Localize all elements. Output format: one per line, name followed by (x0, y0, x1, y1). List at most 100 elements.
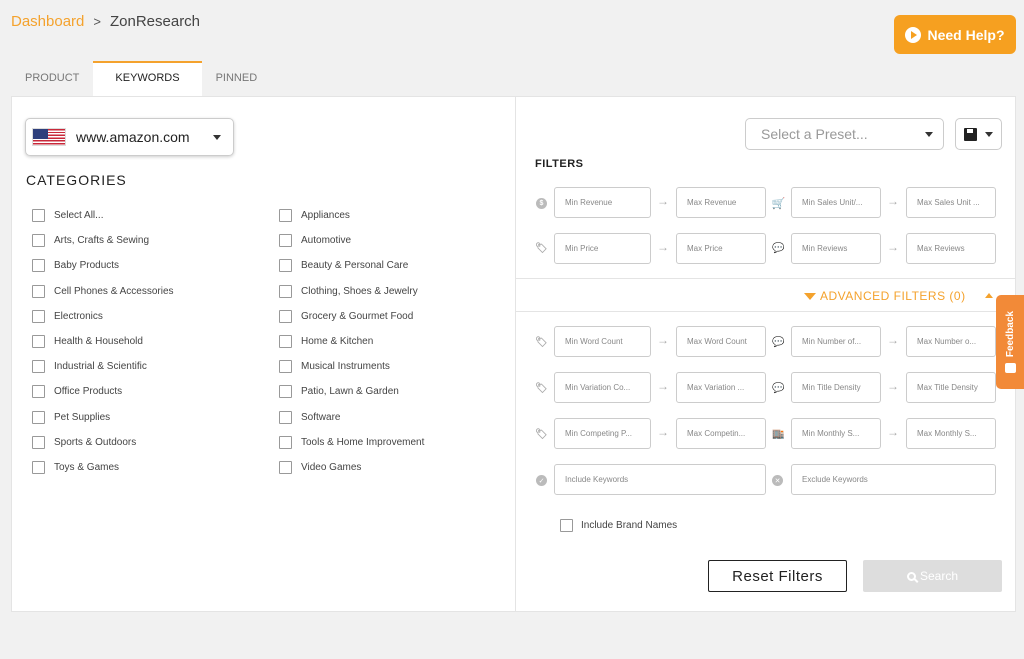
min-word-count-input[interactable]: Min Word Count (554, 326, 651, 357)
chevron-down-icon (985, 131, 993, 137)
exclude-keywords-input[interactable]: Exclude Keywords (791, 464, 996, 495)
categories-left-column: Select All... Arts, Crafts & Sewing Baby… (32, 203, 174, 480)
comments-icon: 💬 (772, 383, 785, 394)
category-item[interactable]: Cell Phones & Accessories (32, 279, 174, 304)
category-item[interactable]: Video Games (279, 455, 424, 480)
min-monthly-input[interactable]: Min Monthly S... (791, 418, 881, 449)
min-sales-units-input[interactable]: Min Sales Unit/... (791, 187, 881, 218)
max-title-density-input[interactable]: Max Title Density (906, 372, 996, 403)
advanced-filters-toggle[interactable]: ADVANCED FILTERS (0) (804, 289, 966, 303)
tab-product[interactable]: PRODUCT (11, 61, 93, 96)
max-variation-input[interactable]: Max Variation ... (676, 372, 766, 403)
min-title-density-input[interactable]: Min Title Density (791, 372, 881, 403)
category-item[interactable]: Pet Supplies (32, 405, 174, 430)
category-checkbox[interactable] (279, 360, 292, 374)
min-revenue-input[interactable]: Min Revenue (554, 187, 651, 218)
preset-select[interactable]: Select a Preset... (745, 118, 944, 150)
category-item[interactable]: Appliances (279, 203, 424, 228)
tab-pinned[interactable]: PINNED (202, 61, 272, 96)
category-checkbox[interactable] (279, 410, 292, 424)
category-item[interactable]: Toys & Games (32, 455, 174, 480)
chevron-down-icon (925, 131, 933, 137)
category-checkbox[interactable] (32, 460, 45, 474)
min-competing-input[interactable]: Min Competing P... (554, 418, 651, 449)
search-button[interactable]: Search (863, 560, 1002, 592)
category-checkbox[interactable] (279, 435, 292, 449)
check-circle-icon: ✓ (536, 475, 547, 486)
cart-icon: 🛒 (771, 198, 786, 210)
min-price-input[interactable]: Min Price (554, 233, 651, 264)
category-checkbox[interactable] (32, 360, 45, 374)
category-checkbox[interactable] (32, 209, 45, 223)
category-item[interactable]: Health & Household (32, 329, 174, 354)
category-label: Patio, Lawn & Garden (301, 386, 399, 398)
category-checkbox[interactable] (279, 284, 292, 298)
category-item[interactable]: Industrial & Scientific (32, 354, 174, 379)
category-item[interactable]: Arts, Crafts & Sewing (32, 228, 174, 253)
category-checkbox[interactable] (32, 309, 45, 323)
category-checkbox[interactable] (279, 259, 292, 273)
include-keywords-input[interactable]: Include Keywords (554, 464, 766, 495)
max-competing-input[interactable]: Max Competin... (676, 418, 766, 449)
category-checkbox[interactable] (32, 284, 45, 298)
category-label: Home & Kitchen (301, 336, 374, 348)
category-checkbox[interactable] (279, 234, 292, 248)
category-checkbox[interactable] (32, 335, 45, 349)
category-item[interactable]: Musical Instruments (279, 354, 424, 379)
category-checkbox[interactable] (32, 435, 45, 449)
max-word-count-input[interactable]: Max Word Count (676, 326, 766, 357)
arrow-right-icon: → (887, 425, 899, 439)
max-monthly-input[interactable]: Max Monthly S... (906, 418, 996, 449)
category-checkbox[interactable] (279, 385, 292, 399)
marketplace-select[interactable]: www.amazon.com (25, 118, 234, 156)
category-item[interactable]: Select All... (32, 203, 174, 228)
category-item[interactable]: Automotive (279, 228, 424, 253)
category-checkbox[interactable] (279, 335, 292, 349)
category-checkbox[interactable] (279, 209, 292, 223)
breadcrumb-separator: > (93, 14, 101, 29)
min-number-of-input[interactable]: Min Number of... (791, 326, 881, 357)
category-checkbox[interactable] (32, 410, 45, 424)
comments-icon: 💬 (772, 337, 785, 348)
save-preset-button[interactable] (955, 118, 1002, 150)
feedback-tab[interactable]: Feedback (996, 295, 1024, 389)
category-item[interactable]: Sports & Outdoors (32, 430, 174, 455)
min-variation-input[interactable]: Min Variation Co... (554, 372, 651, 403)
panel-divider (515, 97, 516, 611)
category-item[interactable]: Grocery & Gourmet Food (279, 304, 424, 329)
arrow-right-icon: → (887, 194, 899, 208)
tab-keywords[interactable]: KEYWORDS (93, 61, 202, 96)
max-revenue-input[interactable]: Max Revenue (676, 187, 766, 218)
max-reviews-input[interactable]: Max Reviews (906, 233, 996, 264)
chevron-up-icon[interactable] (985, 293, 993, 298)
category-item[interactable]: Tools & Home Improvement (279, 430, 424, 455)
arrow-right-icon: → (887, 333, 899, 347)
tag-icon: 🏷 (535, 337, 548, 348)
category-item[interactable]: Beauty & Personal Care (279, 253, 424, 278)
need-help-button[interactable]: Need Help? (894, 15, 1016, 54)
tag-icon: 🏷 (535, 429, 548, 440)
max-sales-units-input[interactable]: Max Sales Unit ... (906, 187, 996, 218)
max-price-input[interactable]: Max Price (676, 233, 766, 264)
category-item[interactable]: Clothing, Shoes & Jewelry (279, 279, 424, 304)
include-brand-names-option[interactable]: Include Brand Names (560, 519, 677, 532)
category-item[interactable]: Patio, Lawn & Garden (279, 379, 424, 404)
category-item[interactable]: Electronics (32, 304, 174, 329)
category-item[interactable]: Baby Products (32, 253, 174, 278)
reset-filters-button[interactable]: Reset Filters (708, 560, 847, 592)
min-reviews-input[interactable]: Min Reviews (791, 233, 881, 264)
category-item[interactable]: Office Products (32, 379, 174, 404)
category-item[interactable]: Software (279, 405, 424, 430)
category-item[interactable]: Home & Kitchen (279, 329, 424, 354)
category-label: Office Products (54, 386, 123, 398)
category-label: Software (301, 411, 341, 423)
category-checkbox[interactable] (279, 309, 292, 323)
category-label: Video Games (301, 461, 362, 473)
include-brand-names-checkbox[interactable] (560, 519, 573, 532)
category-checkbox[interactable] (32, 259, 45, 273)
category-checkbox[interactable] (32, 385, 45, 399)
category-checkbox[interactable] (32, 234, 45, 248)
max-number-of-input[interactable]: Max Number o... (906, 326, 996, 357)
breadcrumb-dashboard-link[interactable]: Dashboard (11, 13, 84, 30)
category-checkbox[interactable] (279, 460, 292, 474)
